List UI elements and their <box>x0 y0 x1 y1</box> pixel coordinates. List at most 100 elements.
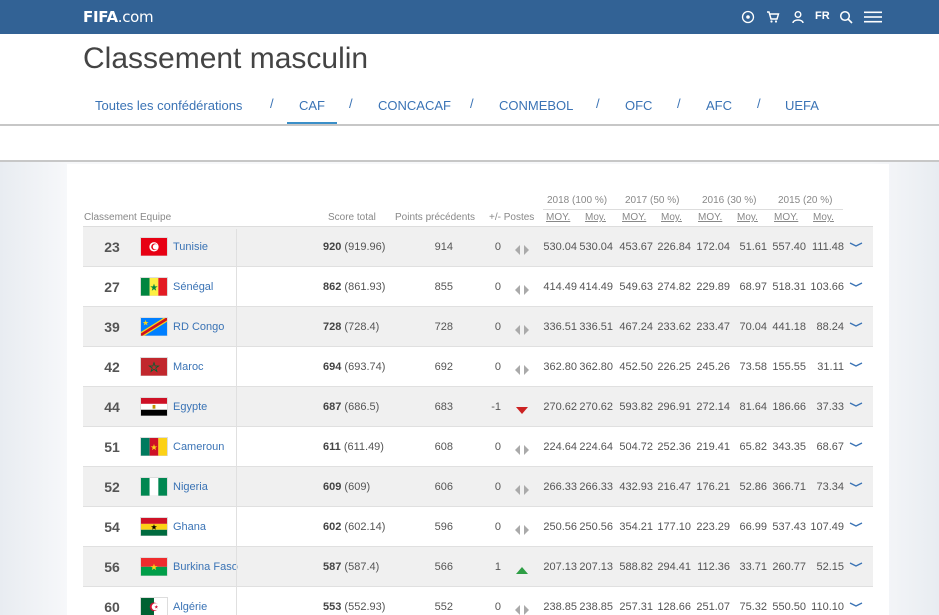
team-link[interactable]: Egypte <box>173 387 207 427</box>
chevron-down-icon[interactable] <box>848 357 864 367</box>
col-moy2-2016[interactable]: Moy. <box>737 212 758 223</box>
col-moy-2018[interactable]: MOY. <box>546 212 570 223</box>
col-moy-2017[interactable]: MOY. <box>622 212 646 223</box>
chevron-down-icon[interactable] <box>848 477 864 487</box>
score-rounded: 611 <box>323 441 341 453</box>
col-diff[interactable]: +/- Postes <box>489 212 534 223</box>
no-change-arrows-icon <box>515 282 529 295</box>
cart-icon[interactable] <box>765 9 781 25</box>
previous-points: 692 <box>434 361 453 373</box>
fifa-logo[interactable]: FIFA.com <box>83 8 154 26</box>
table-row[interactable]: 51 Cameroun 611 (611.49) 608 0 224.64 224… <box>83 427 873 467</box>
previous-points: 608 <box>434 441 453 453</box>
table-row[interactable]: 27 Sénégal 862 (861.93) 855 0 414.49 414.… <box>83 267 873 307</box>
tab-afc[interactable]: AFC <box>706 98 732 124</box>
algeria-flag-icon <box>140 597 168 615</box>
col-moy-2015[interactable]: MOY. <box>774 212 798 223</box>
year-value: 453.67 <box>619 241 653 253</box>
score-rounded: 687 <box>323 401 342 413</box>
tab-concacaf[interactable]: CONCACAF <box>378 98 451 124</box>
table-row[interactable]: 44 Egypte 687 (686.5) 683 -1 270.62 270.6… <box>83 387 873 427</box>
table-row[interactable]: 54 Ghana 602 (602.14) 596 0 250.56 250.56… <box>83 507 873 547</box>
col-moy2-2015[interactable]: Moy. <box>813 212 834 223</box>
chevron-down-icon[interactable] <box>848 397 864 407</box>
score-exact: (611.49) <box>343 441 384 453</box>
team-link[interactable]: Sénégal <box>173 267 213 307</box>
year-value: 73.58 <box>739 361 767 373</box>
chevron-down-icon[interactable] <box>848 317 864 327</box>
total-score: 553 (552.93) <box>323 587 385 615</box>
year-value: 128.66 <box>657 601 691 613</box>
score-exact: (686.5) <box>344 401 380 413</box>
team-link[interactable]: Burkina Faso <box>173 547 238 587</box>
chevron-down-icon[interactable] <box>848 437 864 447</box>
no-change-arrows-icon <box>515 242 529 255</box>
table-row[interactable]: 52 Nigeria 609 (609) 606 0 266.33 266.33 4… <box>83 467 873 507</box>
year-value: 266.33 <box>579 481 613 493</box>
team-link[interactable]: Cameroun <box>173 427 224 467</box>
rank-value: 23 <box>104 239 120 255</box>
year-value: 593.82 <box>619 401 653 413</box>
language-selector[interactable]: FR <box>815 10 830 22</box>
team-link[interactable]: Nigeria <box>173 467 208 507</box>
chevron-down-icon[interactable] <box>848 597 864 607</box>
year-value: 238.85 <box>579 601 613 613</box>
year-value: 414.49 <box>543 281 577 293</box>
chevron-down-icon[interactable] <box>848 517 864 527</box>
year-value: 530.04 <box>543 241 577 253</box>
year-value: 112.36 <box>697 561 730 573</box>
score-column-divider <box>236 229 237 615</box>
tab-caf[interactable]: CAF <box>287 98 337 124</box>
year-value: 354.21 <box>619 521 653 533</box>
tab-conmebol[interactable]: CONMEBOL <box>499 98 573 124</box>
year-value: 441.18 <box>772 321 806 333</box>
tunisia-flag-icon <box>140 237 168 256</box>
year-value: 177.10 <box>657 521 691 533</box>
team-link[interactable]: RD Congo <box>173 307 224 347</box>
year-value: 272.14 <box>696 401 730 413</box>
col-rank[interactable]: Classement <box>84 212 137 223</box>
tab-all-confederations[interactable]: Toutes les confédérations <box>95 98 242 124</box>
score-rounded: 587 <box>323 561 342 573</box>
tab-uefa[interactable]: UEFA <box>785 98 819 124</box>
col-moy2-2017[interactable]: Moy. <box>661 212 682 223</box>
score-exact: (861.93) <box>344 281 386 293</box>
col-prev[interactable]: Points précédents <box>395 212 475 223</box>
football-icon[interactable] <box>740 9 756 25</box>
table-row[interactable]: 56 Burkina Faso 587 (587.4) 566 1 207.13… <box>83 547 873 587</box>
table-row[interactable]: 23 Tunisie 920 (919.96) 914 0 530.04 530.… <box>83 227 873 267</box>
year-value: 252.36 <box>657 441 691 453</box>
col-team[interactable]: Equipe <box>140 212 171 223</box>
table-row[interactable]: 60 Algérie 553 (552.93) 552 0 238.85 238.… <box>83 587 873 615</box>
col-moy2-2018[interactable]: Moy. <box>585 212 606 223</box>
year-value: 336.51 <box>543 321 577 333</box>
year-value: 75.32 <box>739 601 767 613</box>
total-score: 694 (693.74) <box>323 347 385 387</box>
year-value: 296.91 <box>657 401 691 413</box>
tab-ofc[interactable]: OFC <box>625 98 652 124</box>
user-icon[interactable] <box>790 9 806 25</box>
chevron-down-icon[interactable] <box>848 237 864 247</box>
previous-points: 552 <box>434 601 453 613</box>
score-rounded: 553 <box>323 601 342 613</box>
year-value: 557.40 <box>772 241 806 253</box>
col-moy-2016[interactable]: MOY. <box>698 212 722 223</box>
rank-value: 60 <box>104 599 120 615</box>
team-link[interactable]: Ghana <box>173 507 206 547</box>
year-value: 467.24 <box>619 321 653 333</box>
table-row[interactable]: 42 Maroc 694 (693.74) 692 0 362.80 362.80… <box>83 347 873 387</box>
team-link[interactable]: Algérie <box>173 587 207 615</box>
table-row[interactable]: 39 RD Congo 728 (728.4) 728 0 336.51 336.… <box>83 307 873 347</box>
year-value: 31.11 <box>817 361 844 373</box>
search-icon[interactable] <box>838 9 854 25</box>
team-link[interactable]: Maroc <box>173 347 204 387</box>
team-link[interactable]: Tunisie <box>173 227 208 267</box>
chevron-down-icon[interactable] <box>848 277 864 287</box>
total-score: 728 (728.4) <box>323 307 379 347</box>
menu-icon[interactable] <box>863 9 883 25</box>
chevron-down-icon[interactable] <box>848 557 864 567</box>
col-score[interactable]: Score total <box>328 212 376 223</box>
no-change-arrows-icon <box>515 442 529 455</box>
score-rounded: 694 <box>323 361 342 373</box>
down-arrow-icon <box>515 402 529 414</box>
